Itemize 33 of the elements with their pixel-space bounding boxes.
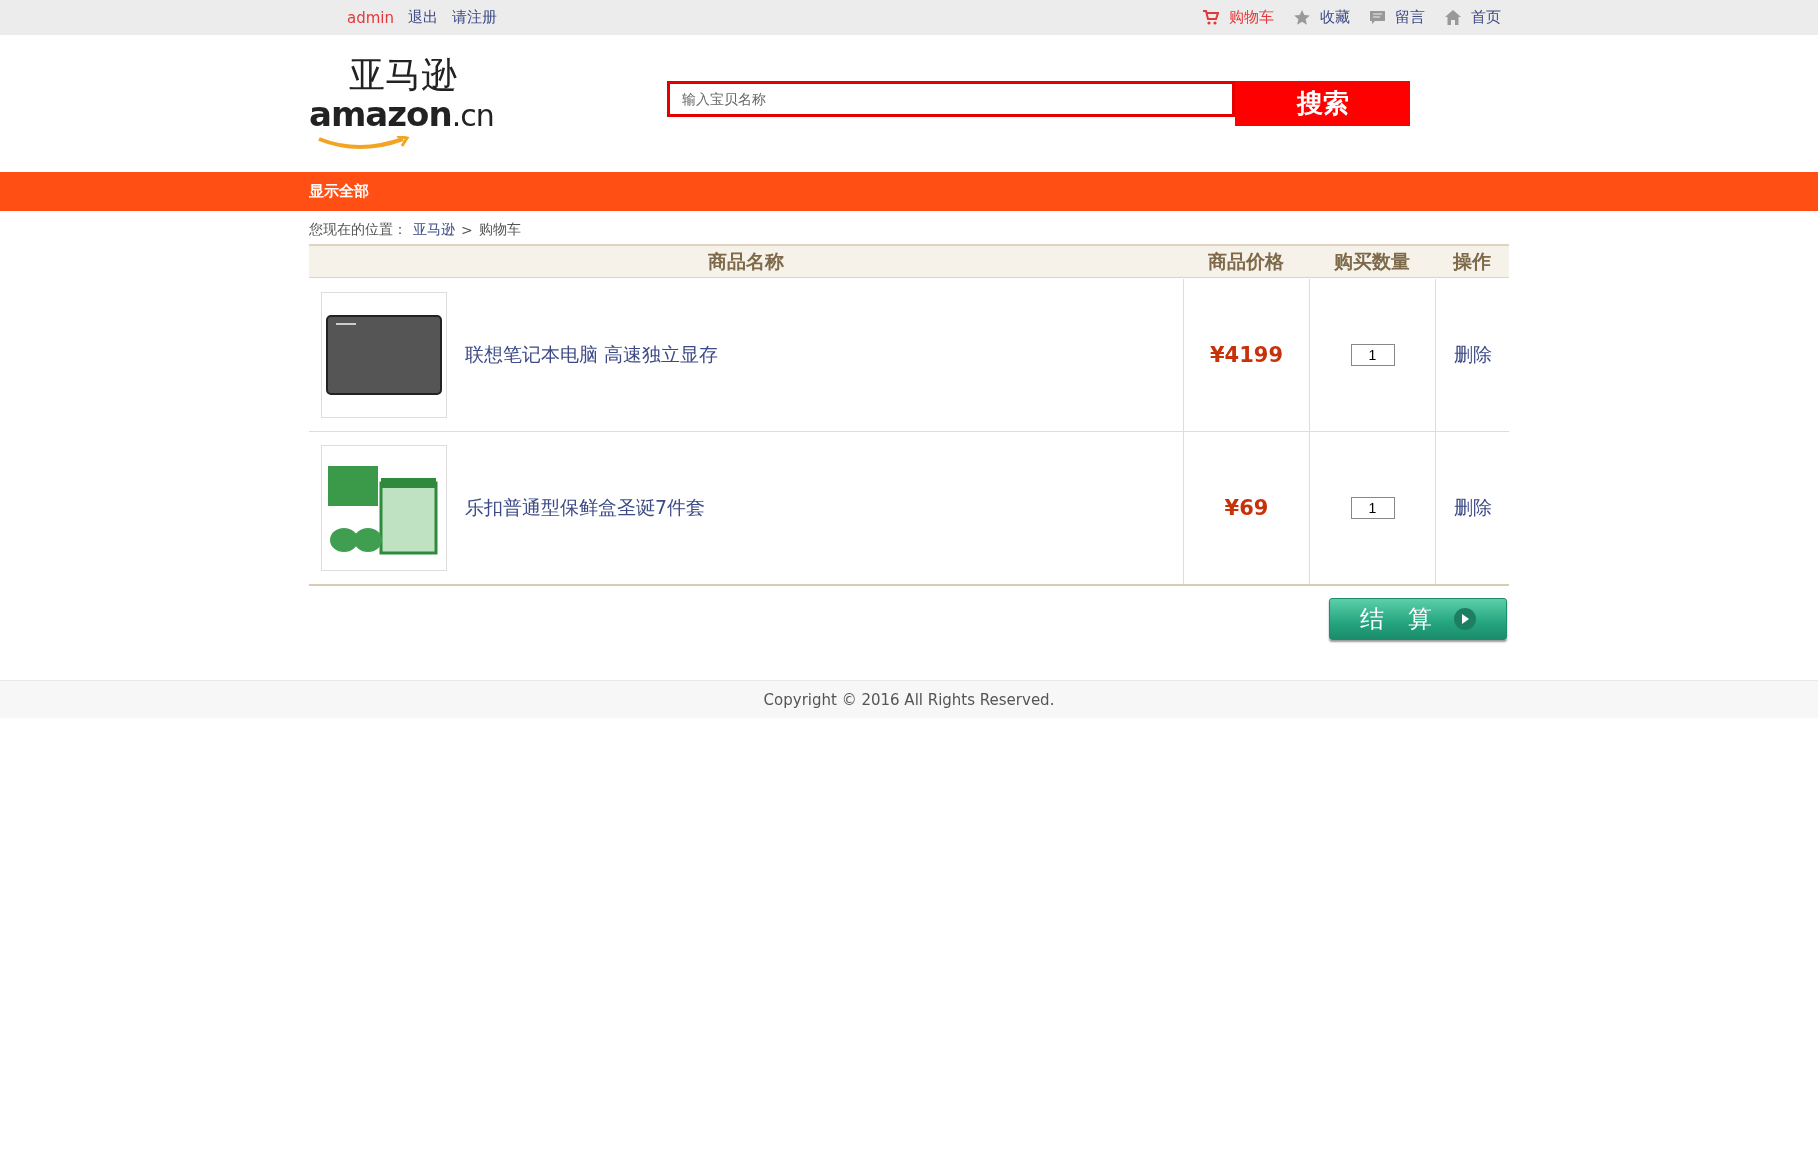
- top-link[interactable]: 收藏: [1294, 8, 1350, 27]
- breadcrumb-separator: >: [461, 222, 473, 238]
- top-link[interactable]: 请注册: [452, 8, 497, 27]
- cart-icon: [1203, 10, 1219, 25]
- top-link[interactable]: 退出: [408, 8, 438, 27]
- search-field[interactable]: 输入宝贝名称: [667, 81, 1235, 117]
- speech-bubble-icon: [1370, 11, 1385, 24]
- column-header: 购买数量: [1333, 248, 1411, 274]
- search-button[interactable]: 搜索: [1235, 81, 1410, 126]
- top-link[interactable]: 首页: [1445, 8, 1501, 27]
- delete-link[interactable]: 删除: [1453, 342, 1492, 368]
- home-icon: [1445, 10, 1461, 25]
- logo-text: 亚马逊: [349, 55, 457, 94]
- username: admin: [347, 8, 394, 27]
- price-text: ¥69: [1224, 496, 1269, 520]
- product-name-link[interactable]: 乐扣普通型保鲜盒圣诞7件套: [465, 495, 706, 521]
- top-link[interactable]: 购物车: [1203, 8, 1274, 27]
- column-header: 操作: [1451, 248, 1492, 274]
- quantity-field[interactable]: 1: [1350, 497, 1395, 519]
- column-header: 商品价格: [1207, 248, 1285, 274]
- delete-link[interactable]: 删除: [1453, 495, 1492, 521]
- column-header: 商品名称: [707, 248, 785, 274]
- logo-wordmark: amazon.cn: [309, 93, 494, 136]
- quantity-field[interactable]: 1: [1350, 344, 1395, 366]
- breadcrumb-current: 购物车: [478, 221, 521, 239]
- copyright-text: Copyright © 2016 All Rights Reserved.: [763, 690, 1055, 709]
- product-name-link[interactable]: 联想笔记本电脑 高速独立显存: [465, 342, 719, 368]
- breadcrumb-label: 您现在的位置：: [309, 221, 407, 239]
- star-icon: [1294, 10, 1310, 25]
- play-icon: [1454, 608, 1476, 630]
- breadcrumb-link[interactable]: 亚马逊: [413, 221, 455, 239]
- price-text: ¥4199: [1209, 343, 1284, 367]
- top-link[interactable]: 留言: [1370, 8, 1425, 27]
